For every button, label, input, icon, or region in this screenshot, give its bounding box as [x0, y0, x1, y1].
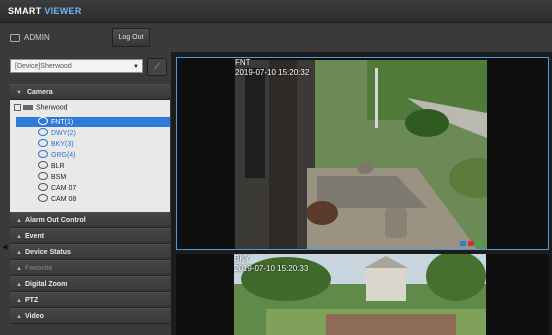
- panel-label: Device Status: [25, 249, 71, 256]
- panel-label: Alarm Out Control: [25, 217, 86, 224]
- camera-item-label: BLR: [51, 163, 65, 170]
- panel-label: Digital Zoom: [25, 281, 68, 288]
- camera-item-blr[interactable]: BLR: [16, 161, 170, 171]
- pin-button[interactable]: ⟋: [147, 58, 167, 76]
- camera-feed-bky: [176, 254, 549, 335]
- tile-timestamp: 2019-07-10 15:20:33: [234, 264, 309, 273]
- tile-timestamp: 2019-07-10 15:20:32: [235, 68, 310, 77]
- camera-item-label: BKY(3): [51, 141, 74, 148]
- record-icon: [468, 241, 474, 246]
- user-name: ADMIN: [24, 33, 50, 42]
- camera-icon: [38, 117, 48, 125]
- panel-device-status[interactable]: ▲ Device Status: [10, 244, 170, 260]
- title-bar: SMART VIEWER: [0, 0, 552, 23]
- camera-item-label: DWY(2): [51, 130, 76, 137]
- motion-icon: [460, 241, 466, 246]
- camera-item-grg[interactable]: GRG(4): [16, 150, 170, 160]
- camera-panel-title: Camera: [26, 89, 53, 96]
- sidebar-collapse-icon[interactable]: ◀: [2, 243, 7, 251]
- expand-icon[interactable]: [14, 104, 21, 111]
- camera-item-label: CAM 07: [51, 185, 77, 192]
- camera-item-cam08[interactable]: CAM 08: [16, 194, 170, 204]
- panel-ptz[interactable]: ▲ PTZ: [10, 292, 170, 308]
- panel-label: Event: [25, 233, 45, 240]
- camera-panel-header[interactable]: ▼ Camera: [10, 84, 170, 100]
- device-select[interactable]: [Device]Sherwood ▼: [10, 59, 143, 73]
- camera-icon: [38, 128, 48, 136]
- camera-item-label: CAM 08: [51, 196, 77, 203]
- brand-text-2: VIEWER: [44, 6, 82, 16]
- tile-camera-name: FNT: [235, 58, 251, 67]
- user-icon: [10, 34, 20, 42]
- camera-icon: [38, 194, 48, 202]
- brand-text-1: SMART: [8, 6, 42, 16]
- tile-camera-name: BKY: [234, 254, 251, 263]
- device-select-value: [Device]Sherwood: [15, 63, 72, 70]
- audio-icon: [476, 241, 482, 246]
- camera-icon: [38, 150, 48, 158]
- camera-feed-fnt: [177, 58, 548, 249]
- expand-icon: ▲: [16, 282, 22, 288]
- panel-label: Favorite: [25, 265, 53, 272]
- camera-icon: [38, 161, 48, 169]
- expand-icon: ▲: [16, 250, 22, 256]
- panel-favorite: ▲ Favorite: [10, 260, 170, 276]
- camera-item-label: BSM: [51, 174, 67, 181]
- panel-video[interactable]: ▲ Video: [10, 308, 170, 324]
- expand-icon: ▲: [16, 314, 22, 320]
- sidebar: ▼ Camera Sherwood FNT(1) DWY(2) BKY(3) G…: [10, 84, 170, 335]
- video-tile-bky[interactable]: BKY 2019-07-10 15:20:33: [176, 254, 549, 335]
- camera-item-dwy[interactable]: DWY(2): [16, 128, 170, 138]
- collapse-icon: ▼: [16, 90, 22, 96]
- camera-icon: [38, 139, 48, 147]
- tree-root-sherwood[interactable]: Sherwood: [14, 104, 68, 111]
- tree-root-label: Sherwood: [36, 104, 68, 112]
- dvr-icon: [23, 105, 33, 110]
- chevron-down-icon: ▼: [133, 64, 139, 70]
- camera-item-bsm[interactable]: BSM: [16, 172, 170, 182]
- app-logo: SMART VIEWER: [8, 6, 82, 16]
- pin-icon: ⟋: [154, 62, 160, 71]
- camera-item-bky[interactable]: BKY(3): [16, 139, 170, 149]
- camera-item-fnt[interactable]: FNT(1): [16, 117, 170, 127]
- panel-alarm-out[interactable]: ▲ Alarm Out Control: [10, 212, 170, 228]
- expand-icon: ▲: [16, 218, 22, 224]
- camera-icon: [38, 172, 48, 180]
- panel-event[interactable]: ▲ Event: [10, 228, 170, 244]
- panel-label: PTZ: [25, 297, 39, 304]
- video-viewer: FNT 2019-07-10 15:20:32 BKY 2019-07-10 1…: [171, 52, 552, 335]
- panel-label: Video: [25, 313, 44, 320]
- tile-status-icons: [460, 241, 482, 246]
- camera-icon: [38, 183, 48, 191]
- camera-item-cam07[interactable]: CAM 07: [16, 183, 170, 193]
- video-tile-fnt[interactable]: FNT 2019-07-10 15:20:32: [176, 57, 549, 250]
- expand-icon: ▲: [16, 298, 22, 304]
- expand-icon: ▲: [16, 234, 22, 240]
- camera-item-label: GRG(4): [51, 152, 76, 159]
- expand-icon: ▲: [16, 266, 22, 272]
- camera-item-label: FNT(1): [51, 119, 74, 126]
- logout-button[interactable]: Log Out: [112, 28, 150, 47]
- camera-tree: Sherwood FNT(1) DWY(2) BKY(3) GRG(4) BLR…: [10, 100, 170, 212]
- user-bar: ADMIN Log Out: [0, 23, 170, 51]
- panel-digital-zoom[interactable]: ▲ Digital Zoom: [10, 276, 170, 292]
